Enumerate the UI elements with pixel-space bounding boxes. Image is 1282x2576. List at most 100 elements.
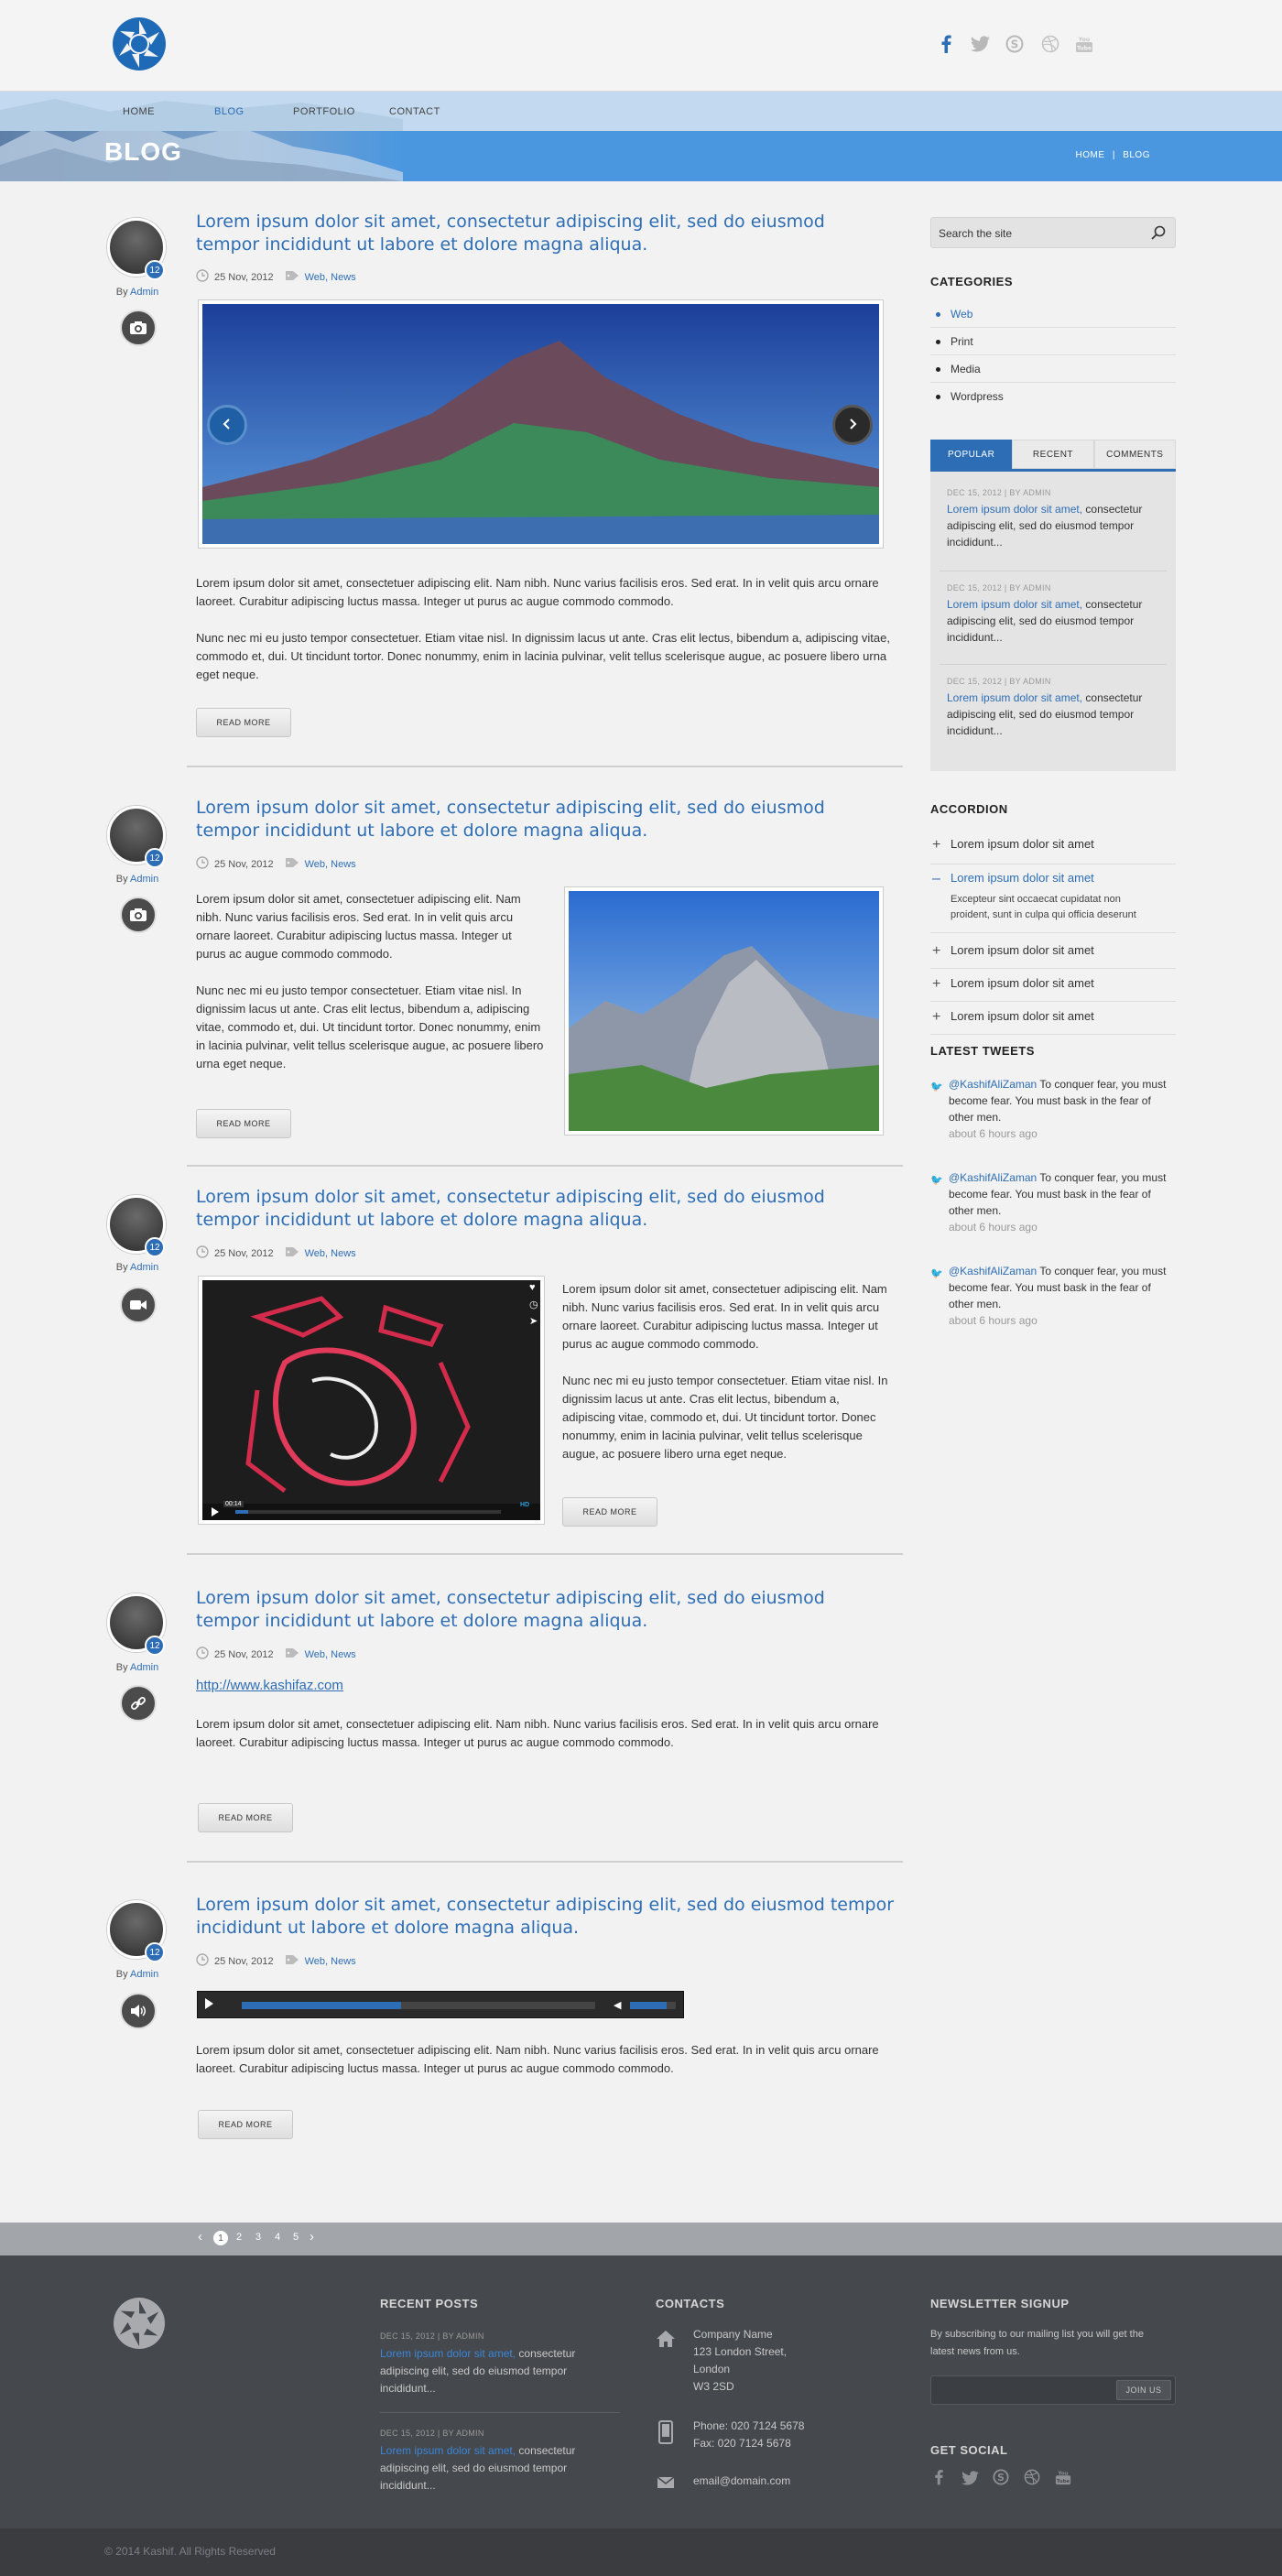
comment-count-badge[interactable]: 12: [145, 260, 165, 280]
volume-slider[interactable]: [630, 2002, 676, 2009]
tab-post-link[interactable]: Lorem ipsum dolor sit amet,: [947, 691, 1082, 704]
accordion-item[interactable]: + Lorem ipsum dolor sit amet: [930, 976, 1176, 1002]
video-hd-toggle[interactable]: HD: [520, 1502, 529, 1508]
post-tags[interactable]: Web, News: [305, 1248, 356, 1259]
tweet-handle[interactable]: @KashifAliZaman: [949, 1265, 1037, 1277]
dribbble-icon[interactable]: [1038, 33, 1063, 55]
post-title[interactable]: Lorem ipsum dolor sit amet, consectetur …: [196, 1587, 892, 1633]
slider-image[interactable]: [199, 300, 883, 548]
play-icon[interactable]: [205, 1998, 213, 2009]
read-more-button[interactable]: READ MORE: [198, 2110, 293, 2139]
author-link[interactable]: Admin: [130, 1662, 158, 1673]
accordion-body: Excepteur sint occaecat cupidatat non pr…: [951, 894, 1136, 920]
post-link[interactable]: http://www.kashifaz.com: [196, 1678, 343, 1693]
video-player[interactable]: [199, 1277, 544, 1524]
tweet-handle[interactable]: @KashifAliZaman: [949, 1171, 1037, 1184]
dribbble-icon[interactable]: [1024, 2469, 1040, 2488]
post-tags[interactable]: Web, News: [305, 1956, 356, 1967]
tweet-handle[interactable]: @KashifAliZaman: [949, 1078, 1037, 1091]
pagination-page-4[interactable]: 4: [275, 2232, 280, 2243]
post-tags[interactable]: Web, News: [305, 272, 356, 283]
post-excerpt: Lorem ipsum dolor sit amet, consectetuer…: [562, 1282, 887, 1351]
link-icon: [120, 1685, 157, 1722]
author-link[interactable]: Admin: [130, 287, 158, 298]
post-title[interactable]: Lorem ipsum dolor sit amet, consectetur …: [196, 211, 892, 256]
pagination-page-2[interactable]: 2: [236, 2232, 242, 2243]
twitter-icon: 🐦: [930, 1175, 943, 1186]
post-title[interactable]: Lorem ipsum dolor sit amet, consectetur …: [196, 1894, 910, 1940]
post-image[interactable]: [565, 887, 883, 1135]
facebook-icon[interactable]: [933, 33, 959, 55]
clock-icon[interactable]: ◷: [529, 1299, 538, 1310]
post-date: 25 Nov, 2012: [214, 1955, 274, 1967]
heart-icon[interactable]: ♥: [529, 1282, 536, 1293]
footer-address: Company Name 123 London Street, London W3 2…: [693, 2328, 788, 2393]
pagination-page-3[interactable]: 3: [255, 2232, 261, 2243]
post-meta: 25 Nov, 2012 Web, News: [196, 1953, 356, 1969]
svg-text:Tube: Tube: [1057, 2479, 1070, 2484]
pagination-next[interactable]: ›: [310, 2229, 314, 2244]
tab-recent[interactable]: RECENT: [1012, 440, 1094, 469]
author-link[interactable]: Admin: [130, 1969, 158, 1980]
tab-comments[interactable]: COMMENTS: [1093, 440, 1176, 469]
breadcrumb-current: BLOG: [1123, 150, 1150, 160]
tab-post-link[interactable]: Lorem ipsum dolor sit amet,: [947, 598, 1082, 611]
newsletter-email-input[interactable]: [937, 2380, 1111, 2400]
comment-count-badge[interactable]: 12: [145, 1636, 165, 1656]
category-item-web[interactable]: Web: [930, 300, 1176, 328]
read-more-button[interactable]: READ MORE: [196, 708, 291, 737]
read-more-button[interactable]: READ MORE: [562, 1497, 657, 1527]
read-more-button[interactable]: READ MORE: [198, 1803, 293, 1832]
footer-post-link[interactable]: Lorem ipsum dolor sit amet,: [380, 2347, 516, 2360]
category-item-print[interactable]: Print: [930, 328, 1176, 355]
footer-post-link[interactable]: Lorem ipsum dolor sit amet,: [380, 2444, 516, 2457]
nav-item-portfolio[interactable]: PORTFOLIO: [293, 106, 355, 117]
twitter-icon[interactable]: [968, 33, 994, 55]
author-link[interactable]: Admin: [130, 874, 158, 885]
comment-count-badge[interactable]: 12: [145, 1237, 165, 1257]
facebook-icon[interactable]: [934, 2469, 943, 2488]
pagination-page-5[interactable]: 5: [293, 2232, 299, 2243]
post-byline: By Admin: [115, 1969, 159, 1980]
nav-item-blog[interactable]: BLOG: [214, 106, 244, 117]
tab-post-link[interactable]: Lorem ipsum dolor sit amet,: [947, 503, 1082, 516]
clock-icon: [196, 1647, 209, 1662]
post-tags[interactable]: Web, News: [305, 859, 356, 870]
accordion-item[interactable]: + Lorem ipsum dolor sit amet: [930, 837, 1176, 864]
search-input[interactable]: [939, 224, 1140, 243]
footer-email[interactable]: email@domain.com: [693, 2473, 790, 2490]
tab-popular[interactable]: POPULAR: [930, 440, 1013, 469]
join-us-button[interactable]: JOIN US: [1116, 2380, 1171, 2400]
comment-count-badge[interactable]: 12: [145, 1942, 165, 1962]
author-link[interactable]: Admin: [130, 1262, 158, 1273]
aperture-logo-icon[interactable]: [112, 16, 167, 71]
share-icon[interactable]: ➤: [529, 1315, 538, 1327]
nav-item-home[interactable]: HOME: [123, 106, 155, 117]
skype-icon[interactable]: S: [1002, 33, 1027, 55]
volume-icon[interactable]: ◀: [614, 1999, 621, 2011]
comment-count-badge[interactable]: 12: [145, 848, 165, 868]
pagination-prev[interactable]: ‹: [198, 2229, 202, 2244]
nav-item-contact[interactable]: CONTACT: [389, 106, 440, 117]
read-more-button[interactable]: READ MORE: [196, 1109, 291, 1138]
post-title[interactable]: Lorem ipsum dolor sit amet, consectetur …: [196, 797, 892, 842]
post-excerpt: Lorem ipsum dolor sit amet, consectetuer…: [196, 1717, 879, 1749]
post-tags[interactable]: Web, News: [305, 1649, 356, 1660]
twitter-icon[interactable]: [962, 2471, 980, 2488]
youtube-icon[interactable]: You Tube: [1071, 33, 1097, 55]
audio-progress-track[interactable]: [242, 2002, 595, 2009]
footer-logo-icon[interactable]: [113, 2297, 166, 2350]
category-item-media[interactable]: Media: [930, 355, 1176, 383]
accordion-item-open[interactable]: – Lorem ipsum dolor sit amet Excepteur s…: [930, 871, 1176, 933]
skype-icon[interactable]: S: [993, 2469, 1009, 2488]
post-title[interactable]: Lorem ipsum dolor sit amet, consectetur …: [196, 1186, 892, 1232]
category-item-wordpress[interactable]: Wordpress: [930, 383, 1176, 410]
pagination-page-1[interactable]: 1: [213, 2231, 228, 2245]
slider-prev-button[interactable]: [207, 405, 247, 445]
breadcrumb-home[interactable]: HOME: [1076, 150, 1105, 160]
accordion-item[interactable]: + Lorem ipsum dolor sit amet: [930, 1009, 1176, 1035]
youtube-icon[interactable]: You Tube: [1055, 2469, 1071, 2488]
search-icon[interactable]: [1151, 225, 1166, 243]
slider-next-button[interactable]: [832, 405, 873, 445]
accordion-item[interactable]: + Lorem ipsum dolor sit amet: [930, 943, 1176, 969]
